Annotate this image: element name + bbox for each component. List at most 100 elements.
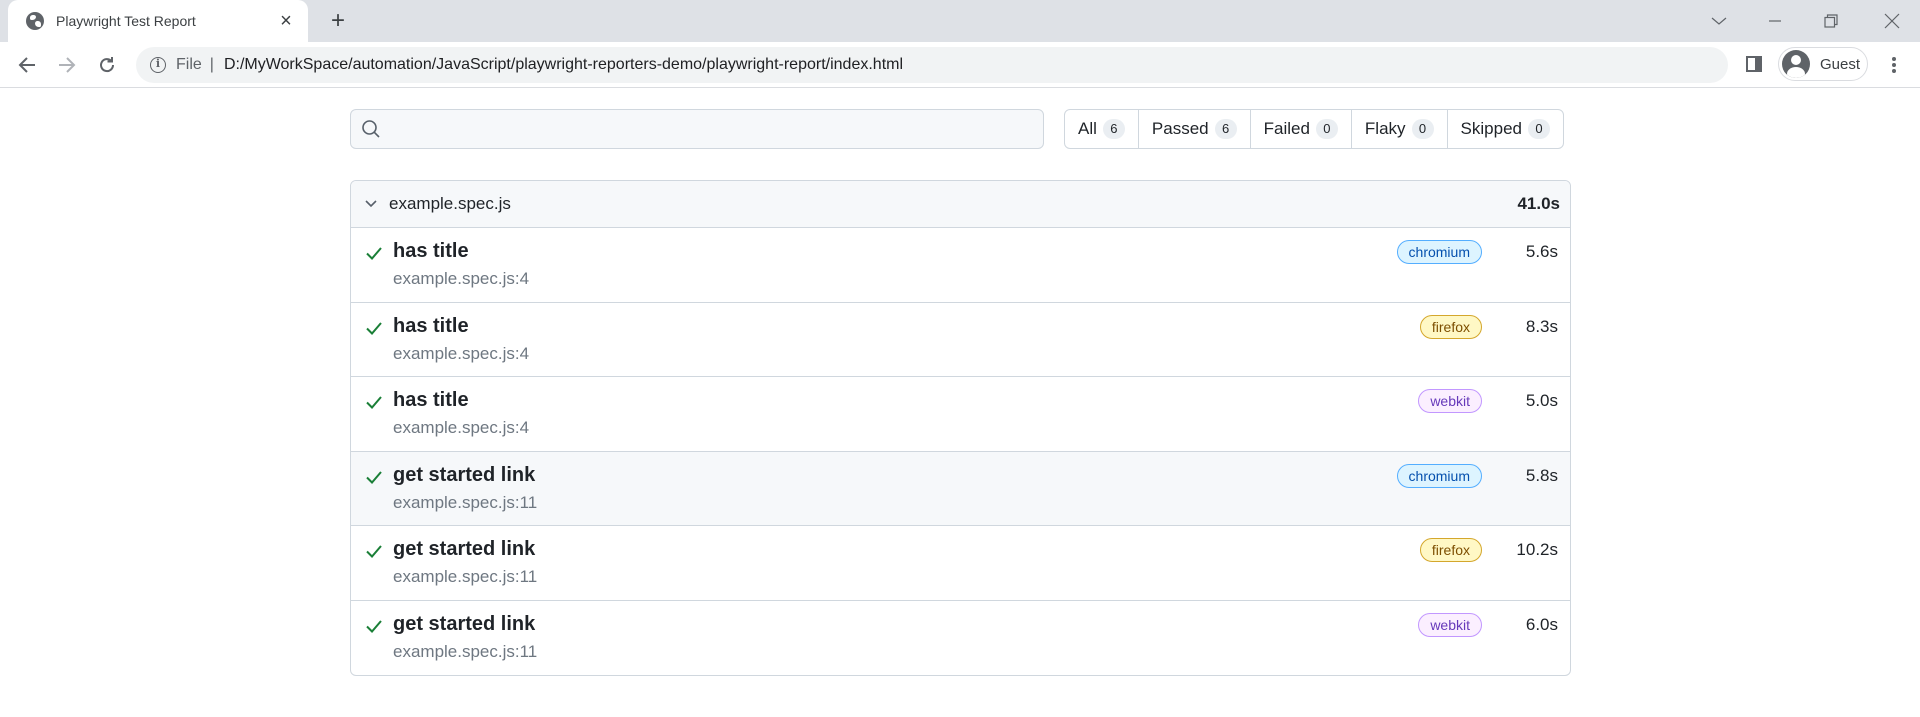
test-body: get started link example.spec.js:11 <box>393 536 1558 600</box>
test-row[interactable]: has title example.spec.js:4 firefox 8.3s <box>351 303 1570 377</box>
tab-title: Playwright Test Report <box>56 13 196 29</box>
search-input[interactable] <box>381 110 1043 148</box>
side-panel-icon <box>1746 56 1762 72</box>
project-badge[interactable]: chromium <box>1396 463 1482 488</box>
check-icon <box>365 393 383 411</box>
address-bar[interactable]: File | D:/MyWorkSpace/automation/JavaScr… <box>136 47 1728 83</box>
test-row[interactable]: has title example.spec.js:4 webkit 5.0s <box>351 377 1570 452</box>
close-window-button[interactable] <box>1864 0 1920 42</box>
chevron-down-icon <box>1711 17 1727 25</box>
filter-label: Skipped <box>1460 119 1522 138</box>
test-body: has title example.spec.js:4 <box>393 387 1558 451</box>
test-duration: 8.3s <box>1525 316 1558 336</box>
minimize-icon <box>1769 20 1781 22</box>
report-topbar: All 6 Passed 6 Failed 0 Flaky 0 Skipped … <box>350 108 1571 150</box>
test-title[interactable]: has title <box>393 387 1558 413</box>
filter-all[interactable]: All 6 <box>1065 110 1139 148</box>
filter-failed[interactable]: Failed 0 <box>1251 110 1352 148</box>
test-title[interactable]: get started link <box>393 536 1558 562</box>
filter-skipped[interactable]: Skipped 0 <box>1448 110 1563 148</box>
project-badge[interactable]: chromium <box>1396 240 1482 264</box>
test-location: example.spec.js:4 <box>393 418 530 437</box>
url-text[interactable]: D:/MyWorkSpace/automation/JavaScript/pla… <box>224 56 903 74</box>
project-badge[interactable]: webkit <box>1418 612 1482 637</box>
filter-label: All <box>1078 119 1097 138</box>
test-row[interactable]: has title example.spec.js:4 chromium 5.6… <box>351 228 1570 303</box>
filter-count: 0 <box>1315 119 1338 139</box>
filter-count: 0 <box>1411 119 1434 139</box>
test-body: get started link example.spec.js:11 <box>393 611 1558 676</box>
test-duration: 5.0s <box>1525 391 1558 410</box>
browser-tab-strip: Playwright Test Report × + <box>0 0 1920 42</box>
globe-icon <box>26 12 44 30</box>
test-body: has title example.spec.js:4 <box>393 238 1558 302</box>
filter-label: Passed <box>1151 119 1209 138</box>
menu-dot <box>1892 69 1896 73</box>
back-button[interactable] <box>9 47 45 83</box>
test-title[interactable]: get started link <box>393 611 1558 637</box>
check-icon <box>365 244 383 262</box>
close-icon <box>1884 13 1900 29</box>
restore-button[interactable] <box>1803 0 1859 42</box>
menu-dot <box>1892 63 1896 67</box>
browser-menu-button[interactable] <box>1884 55 1904 75</box>
project-badge[interactable]: firefox <box>1419 538 1482 562</box>
check-icon <box>365 319 383 337</box>
check-icon <box>365 468 383 486</box>
test-body: get started link example.spec.js:11 <box>393 462 1558 526</box>
test-location: example.spec.js:11 <box>393 492 538 512</box>
file-name: example.spec.js <box>389 194 511 213</box>
file-duration: 41.0s <box>1517 194 1560 213</box>
filter-label: Failed <box>1263 119 1310 138</box>
url-separator: | <box>209 56 214 73</box>
close-tab-icon[interactable]: × <box>276 11 296 31</box>
search-icon <box>362 120 380 138</box>
profile-button[interactable]: Guest <box>1778 47 1868 81</box>
filter-label: Flaky <box>1364 119 1406 138</box>
test-body: has title example.spec.js:4 <box>393 313 1558 377</box>
test-row[interactable]: get started link example.spec.js:11 fire… <box>351 526 1570 601</box>
test-duration: 10.2s <box>1516 540 1558 559</box>
forward-button[interactable] <box>49 47 85 83</box>
chevron-down-icon[interactable] <box>363 196 379 212</box>
project-badge[interactable]: webkit <box>1418 389 1482 413</box>
test-title[interactable]: get started link <box>393 462 1558 488</box>
status-filters: All 6 Passed 6 Failed 0 Flaky 0 Skipped … <box>1064 109 1564 149</box>
test-duration: 6.0s <box>1525 614 1558 634</box>
test-location: example.spec.js:11 <box>393 567 538 586</box>
file-header[interactable]: example.spec.js 41.0s <box>351 181 1570 228</box>
new-tab-button[interactable]: + <box>324 8 352 36</box>
reload-icon <box>100 57 115 73</box>
avatar-icon <box>1782 50 1810 78</box>
side-panel-button[interactable] <box>1744 54 1764 74</box>
info-icon[interactable] <box>150 57 166 73</box>
project-badge[interactable]: firefox <box>1419 314 1482 339</box>
test-location: example.spec.js:4 <box>393 269 530 288</box>
check-icon <box>365 542 383 560</box>
tab-search-button[interactable] <box>1691 0 1747 42</box>
menu-dot <box>1892 57 1896 61</box>
test-duration: 5.8s <box>1525 465 1558 485</box>
profile-name: Guest <box>1820 55 1861 73</box>
test-title[interactable]: has title <box>393 238 1558 264</box>
test-location: example.spec.js:4 <box>393 343 530 363</box>
reload-button[interactable] <box>89 47 125 83</box>
test-row[interactable]: get started link example.spec.js:11 webk… <box>351 601 1570 676</box>
filter-count: 6 <box>1102 119 1125 139</box>
check-icon <box>365 617 383 635</box>
test-duration: 5.6s <box>1525 242 1558 261</box>
arrow-left-icon <box>18 57 35 73</box>
search-box[interactable] <box>350 109 1044 149</box>
filter-passed[interactable]: Passed 6 <box>1139 110 1251 148</box>
test-location: example.spec.js:11 <box>393 641 538 661</box>
url-scheme-label: File <box>176 56 202 73</box>
test-file-group: example.spec.js 41.0s has title example.… <box>350 180 1571 676</box>
browser-tab[interactable]: Playwright Test Report × <box>8 0 308 42</box>
test-title[interactable]: has title <box>393 313 1558 339</box>
test-list: has title example.spec.js:4 chromium 5.6… <box>351 228 1570 675</box>
filter-flaky[interactable]: Flaky 0 <box>1352 110 1448 148</box>
arrow-right-icon <box>59 57 76 73</box>
restore-icon <box>1824 14 1838 28</box>
test-row[interactable]: get started link example.spec.js:11 chro… <box>351 451 1570 526</box>
minimize-button[interactable] <box>1747 0 1803 42</box>
